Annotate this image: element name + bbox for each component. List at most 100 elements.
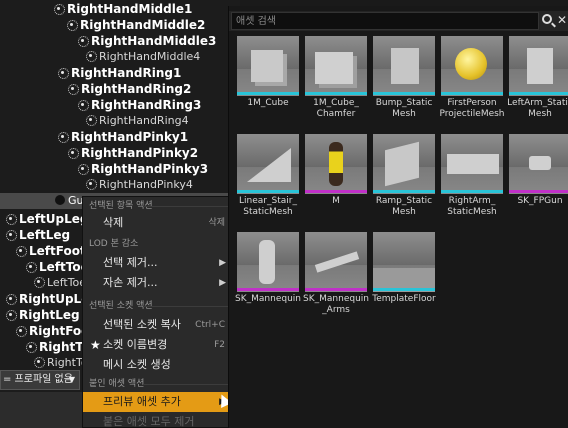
bone-row[interactable]: RightHandPinky1 — [57, 129, 188, 145]
close-icon[interactable]: ✕ — [557, 12, 567, 28]
bone-joint-icon — [53, 3, 65, 15]
asset-preview-shape — [247, 148, 291, 182]
asset-tile[interactable]: TemplateFloor — [372, 232, 436, 328]
asset-tile[interactable]: SK_FPGun — [509, 134, 568, 230]
bone-row[interactable]: RightHandMiddle2 — [66, 17, 205, 33]
bone-row[interactable]: RightHandRing2 — [67, 81, 191, 97]
asset-preview-shape — [329, 142, 343, 186]
search-bar: ✕ — [229, 11, 568, 31]
menu-item-add-preview-asset[interactable]: 프리뷰 애셋 추가 ▶ — [83, 392, 231, 412]
asset-label: 1M_Cube_ Chamfer — [313, 98, 359, 119]
asset-type-strip — [373, 190, 435, 193]
asset-preview-shape — [391, 48, 419, 84]
bone-joint-icon — [5, 229, 17, 241]
context-menu: 선택된 항목 액션 삭제 삭제 LOD 본 감소 선택 제거... ▶ 자손 제… — [82, 196, 232, 428]
asset-type-strip — [509, 190, 568, 193]
asset-preview-shape — [447, 154, 499, 174]
asset-tile[interactable]: Ramp_Static Mesh — [373, 134, 435, 230]
bone-row[interactable]: LeftUpLeg — [5, 211, 88, 227]
tree-footer — [0, 392, 82, 428]
menu-item-label: 자손 제거... — [103, 276, 158, 289]
bone-joint-icon — [5, 213, 17, 225]
menu-item-remove-children[interactable]: 자손 제거... ▶ — [83, 273, 231, 293]
asset-label: FirstPerson ProjectileMesh — [439, 98, 505, 119]
menu-item-label: 프리뷰 애셋 추가 — [103, 395, 181, 408]
asset-preview-shape — [455, 48, 487, 80]
asset-preview-shape — [259, 240, 275, 284]
bone-joint-icon — [67, 147, 79, 159]
asset-tile[interactable]: LeftArm_Static Mesh — [507, 36, 568, 132]
bone-label: LeftFoot — [29, 244, 86, 258]
asset-preview-shape — [251, 50, 283, 82]
menu-item-label: 붙은 애셋 모두 제거 — [103, 415, 195, 428]
bone-row[interactable]: RightHandMiddle3 — [77, 33, 216, 49]
menu-item-remove-selected[interactable]: 선택 제거... ▶ — [83, 253, 231, 273]
asset-label: RightArm_ StaticMesh — [447, 196, 497, 217]
asset-label: SK_Mannequin — [235, 294, 301, 304]
asset-tile[interactable]: RightArm_ StaticMesh — [441, 134, 503, 230]
menu-item-copy-socket[interactable]: 선택된 소켓 복사 Ctrl+C — [83, 315, 231, 335]
asset-type-strip — [373, 92, 435, 95]
asset-tile[interactable]: SK_Mannequin _Arms — [303, 232, 369, 328]
asset-tile[interactable]: Linear_Stair_ StaticMesh — [237, 134, 299, 230]
chevron-down-icon: ▼ — [68, 375, 75, 384]
bone-label: RightHandRing2 — [81, 82, 192, 96]
section-selected-items: 선택된 항목 액션 — [83, 199, 231, 213]
asset-preview-shape — [315, 52, 353, 84]
asset-tile[interactable]: FirstPerson ProjectileMesh — [439, 36, 505, 132]
bone-joint-icon — [5, 309, 17, 321]
asset-preview-shape — [527, 48, 553, 84]
bone-label: RightHandRing4 — [99, 114, 189, 127]
bone-row[interactable]: RightHandRing4 — [85, 113, 189, 129]
bone-label: LeftUpLeg — [19, 212, 89, 226]
bone-row[interactable]: RightHandPinky3 — [77, 161, 208, 177]
search-input[interactable] — [231, 12, 539, 30]
bone-row[interactable]: RightHandRing1 — [57, 65, 181, 81]
asset-thumbnail — [305, 36, 367, 96]
asset-type-strip — [441, 92, 503, 95]
asset-tile[interactable]: SK_Mannequin — [235, 232, 301, 328]
menu-item-label: 선택된 소켓 복사 — [103, 318, 181, 331]
asset-label: Ramp_Static Mesh — [375, 196, 433, 217]
asset-picker: ✕ 1M_Cube 1M_Cube_ Chamfer Bump_Static Mes… — [228, 6, 568, 428]
bone-row[interactable]: RightHandMiddle4 — [85, 49, 200, 65]
asset-label: LeftArm_Static Mesh — [507, 98, 568, 119]
asset-tile[interactable]: M — [305, 134, 367, 230]
bone-row[interactable]: RightLeg — [5, 307, 80, 323]
asset-thumbnail — [373, 134, 435, 194]
asset-type-strip — [305, 190, 367, 193]
bone-joint-icon — [57, 67, 69, 79]
bone-row[interactable]: RightHandPinky4 — [85, 177, 193, 193]
profile-dropdown[interactable]: = 프로파일 없음 ▼ — [0, 370, 80, 390]
asset-label: SK_FPGun — [517, 196, 563, 206]
bone-row[interactable]: LeftFoot — [15, 243, 86, 259]
asset-thumbnail — [237, 36, 299, 96]
menu-item-rename-socket[interactable]: ★ 소켓 이름변경 F2 — [83, 335, 231, 355]
asset-type-strip — [305, 288, 367, 291]
asset-tile[interactable]: 1M_Cube — [237, 36, 299, 132]
bone-row[interactable]: LeftLeg — [5, 227, 70, 243]
menu-item-label: 메시 소켓 생성 — [103, 358, 171, 371]
bone-row[interactable]: RightHandPinky2 — [67, 145, 198, 161]
menu-item-delete[interactable]: 삭제 삭제 — [83, 213, 231, 233]
asset-preview-shape — [529, 156, 551, 170]
asset-type-strip — [237, 190, 299, 193]
asset-label: SK_Mannequin _Arms — [303, 294, 369, 315]
bone-label: RightHandMiddle4 — [99, 50, 201, 63]
section-attached-assets: 붙인 애셋 액션 — [83, 377, 231, 391]
bone-row[interactable]: RightHandRing3 — [77, 97, 201, 113]
bone-label: LeftLeg — [19, 228, 71, 242]
asset-type-strip — [373, 288, 435, 291]
search-icon[interactable] — [542, 14, 552, 24]
asset-thumbnail — [509, 134, 568, 194]
bone-row[interactable]: RightHandMiddle1 — [53, 1, 192, 17]
bone-joint-icon — [67, 83, 79, 95]
star-icon: ★ — [90, 338, 101, 352]
asset-tile[interactable]: Bump_Static Mesh — [373, 36, 435, 132]
menu-item-create-mesh-socket[interactable]: 메시 소켓 생성 — [83, 355, 231, 375]
asset-tile[interactable]: 1M_Cube_ Chamfer — [305, 36, 367, 132]
asset-thumbnail — [237, 134, 299, 194]
mesh-icon — [55, 195, 65, 205]
bone-label: RightHandMiddle1 — [67, 2, 193, 16]
bone-joint-icon — [66, 19, 78, 31]
